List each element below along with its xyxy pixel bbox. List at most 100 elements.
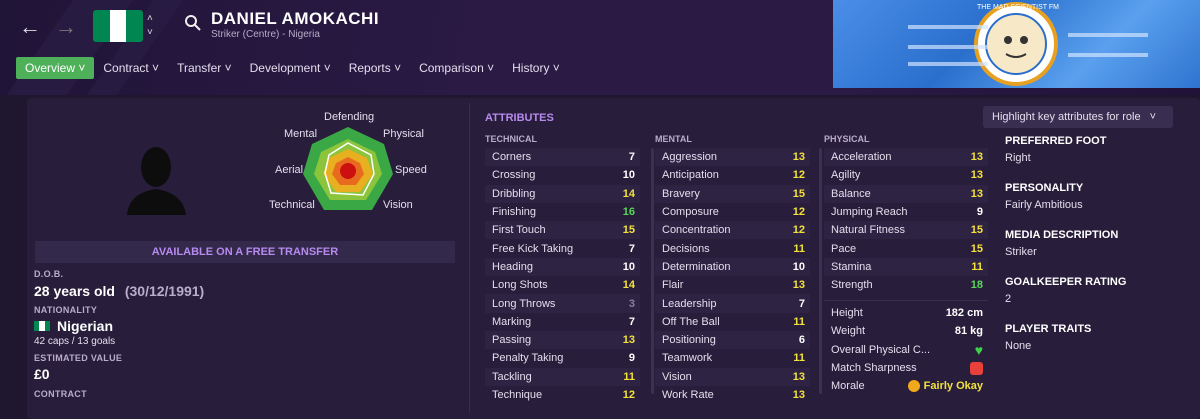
attribute-name: Marking	[492, 315, 532, 328]
tab-reports[interactable]: Reports ˅	[340, 57, 410, 79]
attribute-row[interactable]: Composure 12	[655, 203, 810, 221]
attribute-row[interactable]: Technique 12	[485, 386, 640, 404]
attribute-row[interactable]: Anticipation 12	[655, 166, 810, 184]
attribute-row[interactable]: Long Shots 14	[485, 276, 640, 294]
nigeria-flag	[93, 10, 143, 42]
attribute-row[interactable]: Pace 15	[824, 239, 988, 257]
attribute-row[interactable]: Decisions 11	[655, 239, 810, 257]
attribute-name: Work Rate	[662, 389, 714, 401]
attribute-name: Penalty Taking	[492, 352, 564, 365]
player-traits-label: PLAYER TRAITS	[1005, 323, 1092, 335]
estimated-value: £0	[34, 366, 50, 382]
attribute-name: Technique	[492, 389, 543, 401]
search-icon[interactable]	[184, 14, 202, 37]
attribute-row[interactable]: Flair 13	[655, 276, 810, 294]
attribute-row[interactable]: Marking 7	[485, 313, 640, 331]
attribute-value: 10	[792, 260, 805, 273]
morale-value[interactable]: Fairly Okay	[907, 380, 983, 393]
tab-overview[interactable]: Overview ˅	[16, 57, 95, 79]
tab-label: Development	[249, 61, 321, 75]
estimated-value-label: ESTIMATED VALUE	[34, 353, 123, 363]
attribute-value: 13	[970, 169, 983, 182]
tab-comparison[interactable]: Comparison ˅	[410, 57, 503, 79]
channel-banner: THE MAD SCIENTIST FM	[833, 0, 1200, 88]
player-name: DANIEL AMOKACHI	[211, 9, 380, 28]
tab-transfer[interactable]: Transfer ˅	[168, 57, 241, 79]
attribute-row[interactable]: Leadership 7	[655, 294, 810, 313]
attribute-row[interactable]: Positioning 6	[655, 330, 810, 350]
attribute-row[interactable]: Crossing 10	[485, 166, 640, 184]
attribute-row[interactable]: Corners 7	[485, 148, 640, 167]
attribute-name: Positioning	[662, 334, 716, 347]
attribute-row[interactable]: Heading 10	[485, 257, 640, 277]
attribute-name: Anticipation	[662, 169, 719, 182]
attribute-row[interactable]: Balance 13	[824, 184, 988, 203]
attribute-name: First Touch	[492, 224, 546, 237]
dob-value: 28 years old (30/12/1991)	[34, 283, 204, 299]
morale-text: Fairly Okay	[923, 380, 983, 393]
attribute-row[interactable]: First Touch 15	[485, 221, 640, 240]
attribute-row[interactable]: Long Throws 3	[485, 294, 640, 313]
attribute-name: Bravery	[662, 187, 700, 200]
attribute-row[interactable]: Strength 18	[824, 276, 988, 294]
attribute-row[interactable]: Acceleration 13	[824, 148, 988, 167]
attribute-name: Composure	[662, 206, 719, 219]
attribute-name: Acceleration	[831, 151, 892, 164]
attribute-row[interactable]: Work Rate 13	[655, 386, 810, 404]
attribute-name: Vision	[662, 370, 692, 383]
attribute-row[interactable]: Passing 13	[485, 330, 640, 350]
tab-contract[interactable]: Contract ˅	[94, 57, 168, 79]
tab-history[interactable]: History ˅	[503, 57, 569, 79]
attribute-row[interactable]: Jumping Reach 9	[824, 203, 988, 221]
list-item: Weight 81 kg	[824, 322, 988, 340]
highlight-key-attributes-dropdown[interactable]: Highlight key attributes for role ˅	[983, 106, 1173, 128]
tab-label: Transfer	[177, 61, 222, 75]
media-description-value: Striker	[1005, 246, 1037, 258]
attribute-row[interactable]: Stamina 11	[824, 257, 988, 277]
attribute-row[interactable]: Aggression 13	[655, 148, 810, 167]
tab-label: Comparison	[419, 61, 484, 75]
nationality-value[interactable]: Nigerian	[34, 318, 113, 334]
nationality-label: NATIONALITY	[34, 305, 98, 315]
attribute-row[interactable]: Off The Ball 11	[655, 313, 810, 331]
attribute-row[interactable]: Dribbling 14	[485, 184, 640, 203]
attribute-value: 13	[792, 370, 805, 383]
chevron-down-icon: ˅	[1149, 111, 1157, 123]
forward-arrow-icon[interactable]: →	[55, 14, 77, 40]
attribute-row[interactable]: Concentration 12	[655, 221, 810, 240]
attribute-row[interactable]: Teamwork 11	[655, 349, 810, 367]
nationality-text: Nigerian	[57, 318, 114, 334]
attribute-row[interactable]: Determination 10	[655, 257, 810, 277]
morale-icon	[907, 380, 920, 393]
attribute-value: 13	[792, 151, 805, 164]
attribute-row[interactable]: Natural Fitness 15	[824, 221, 988, 240]
match-sharpness-icon[interactable]	[970, 361, 983, 375]
physical-divider	[824, 300, 988, 301]
tab-development[interactable]: Development ˅	[241, 57, 340, 79]
attribute-value: 7	[628, 151, 635, 164]
attribute-row[interactable]: Finishing 16	[485, 203, 640, 221]
attribute-name: Off The Ball	[662, 315, 720, 328]
attribute-name: Stamina	[831, 260, 872, 273]
heart-icon[interactable]: ♥	[975, 342, 983, 358]
goalkeeper-rating-section: GOALKEEPER RATING 2	[1005, 276, 1126, 305]
attribute-value: 7	[628, 242, 635, 255]
attribute-row[interactable]: Vision 13	[655, 367, 810, 386]
attribute-value: 7	[798, 297, 805, 310]
radar-label-physical: Physical	[383, 128, 424, 140]
back-arrow-icon[interactable]: ←	[19, 14, 41, 40]
flag-stepper-icon[interactable]: ˄ ˅	[147, 12, 153, 40]
attribute-row[interactable]: Agility 13	[824, 166, 988, 184]
list-item: Match Sharpness	[824, 359, 988, 377]
attribute-row[interactable]: Tackling 11	[485, 367, 640, 386]
attribute-row[interactable]: Bravery 15	[655, 184, 810, 203]
attribute-row[interactable]: Free Kick Taking 7	[485, 239, 640, 257]
tab-label: Reports	[348, 61, 391, 75]
attribute-value: 11	[793, 242, 805, 255]
attribute-row[interactable]: Penalty Taking 9	[485, 349, 640, 367]
attribute-value: 16	[622, 206, 635, 219]
attribute-value: 3	[628, 297, 635, 310]
tab-label: Contract	[103, 61, 149, 75]
list-item: Morale Fairly Okay	[824, 377, 988, 395]
attribute-value: 15	[622, 224, 635, 237]
